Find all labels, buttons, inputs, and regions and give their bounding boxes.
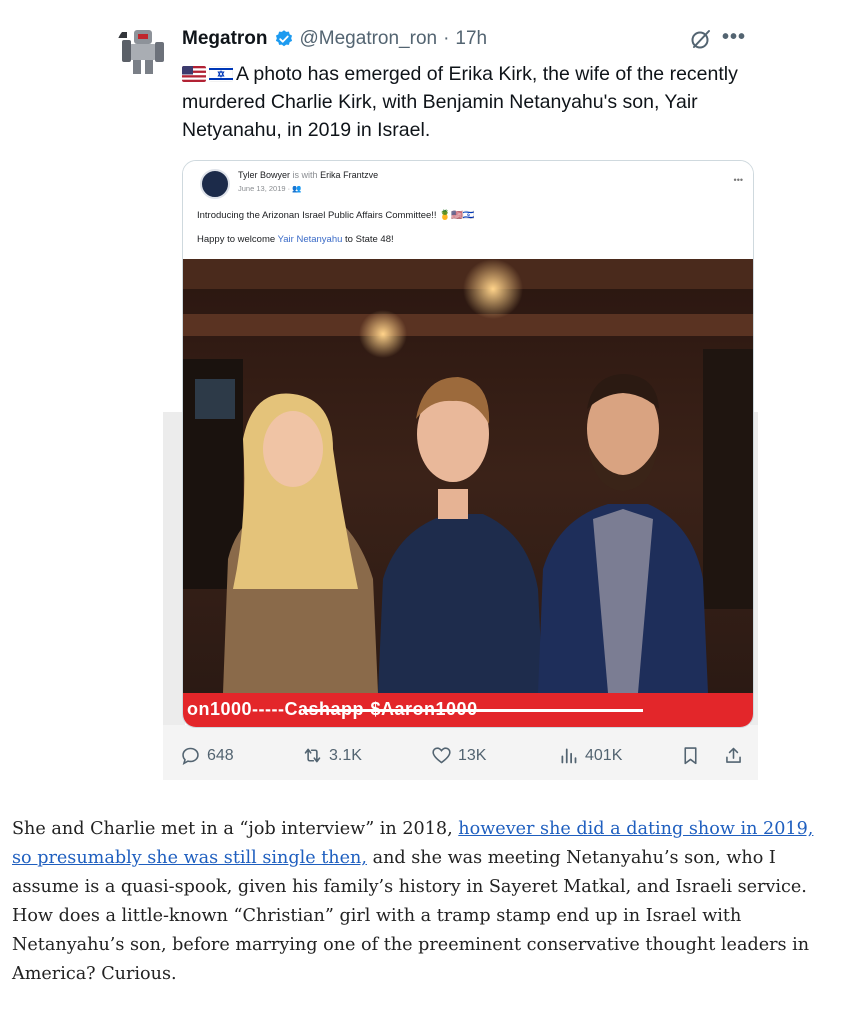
repost-count: 3.1K [329,746,362,764]
tweet-header: Megatron @Megatron_ron · 17h [182,28,487,50]
tweet-media[interactable]: Tyler Bowyer is with Erika Frantzve June… [182,160,754,728]
us-flag-icon [182,66,206,82]
group-photo [183,259,753,693]
fb-tagged: Erika Frantzve [320,170,379,180]
display-name[interactable]: Megatron [182,28,268,50]
article-text-start: She and Charlie met in a “job interview”… [12,819,459,839]
fb-author: Tyler Bowyer [238,170,291,180]
fb-more-icon: ••• [733,175,743,185]
fb-avatar [200,169,230,199]
fb-line2-link: Yair Netanyahu [277,234,343,245]
repost-icon [304,748,321,763]
fb-post-line2: Happy to welcome Yair Netanyahu to State… [197,234,394,245]
views-button[interactable]: 401K [558,745,622,766]
tweet-body: A photo has emerged of Erika Kirk, the w… [182,63,738,141]
fb-line2-suffix: to State 48! [342,234,394,245]
article-paragraph: She and Charlie met in a “job interview”… [12,815,832,989]
heart-icon [432,747,451,764]
fb-author-line: Tyler Bowyer is with Erika Frantzve [238,170,378,180]
like-button[interactable]: 13K [431,745,486,766]
views-icon [561,748,577,764]
bookmark-button[interactable] [680,745,701,766]
embedded-post-header: Tyler Bowyer is with Erika Frantzve June… [183,161,753,259]
share-button[interactable] [723,745,744,766]
fb-post-line1: Introducing the Arizonan Israel Public A… [197,210,475,221]
fb-date: June 13, 2019 · 👥 [238,184,302,193]
avatar[interactable] [116,22,170,76]
watermark-overlay: on1000-----Cashapp-$Aaron1000 [183,693,753,727]
watermark-strike [303,709,643,712]
timestamp[interactable]: 17h [455,28,487,50]
reply-button[interactable]: 648 [180,745,234,766]
article-text-end: and she was meeting Netanyahu’s son, who… [12,848,810,984]
views-count: 401K [585,746,623,764]
more-options-icon[interactable]: ••• [722,26,746,49]
verified-badge-icon [275,30,292,47]
separator: · [443,28,450,49]
handle[interactable]: @Megatron_ron [300,28,438,50]
israel-flag-icon [209,66,233,82]
reply-icon [182,747,199,766]
fb-line2-prefix: Happy to welcome [197,234,278,245]
like-count: 13K [458,746,487,764]
share-icon [726,747,741,763]
repost-button[interactable]: 3.1K [302,745,362,766]
reply-count: 648 [207,746,234,764]
tweet-actions: 648 3.1K 13K 401K [178,745,753,771]
grok-icon[interactable] [689,27,713,51]
fb-with: is with [292,170,318,180]
bookmark-icon [684,747,697,765]
tweet-text: A photo has emerged of Erika Kirk, the w… [182,60,742,144]
